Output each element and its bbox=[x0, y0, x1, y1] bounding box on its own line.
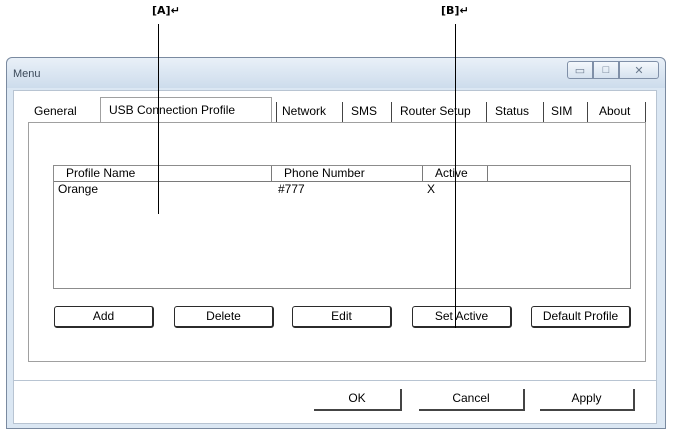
apply-button[interactable]: Apply bbox=[540, 389, 635, 411]
callout-b-label: [B]↵ bbox=[441, 4, 469, 17]
default-profile-button[interactable]: Default Profile bbox=[531, 306, 631, 328]
menu-window: Menu ▭ □ ✕ General USB Connection Profil… bbox=[6, 57, 666, 429]
tab-separator bbox=[276, 102, 277, 122]
close-icon: ✕ bbox=[634, 64, 644, 77]
tab-separator bbox=[543, 102, 544, 122]
add-button[interactable]: Add bbox=[54, 306, 154, 328]
profile-list[interactable]: Profile Name Phone Number Active Orange … bbox=[53, 165, 631, 289]
edit-button[interactable]: Edit bbox=[292, 306, 392, 328]
maximize-icon: □ bbox=[602, 64, 610, 76]
maximize-button[interactable]: □ bbox=[593, 61, 619, 79]
tab-sms[interactable]: SMS bbox=[351, 104, 377, 122]
close-button[interactable]: ✕ bbox=[619, 61, 659, 79]
tab-usb-connection-profile[interactable]: USB Connection Profile bbox=[100, 97, 272, 123]
cell-active: X bbox=[427, 182, 436, 196]
dialog-divider bbox=[14, 380, 656, 381]
tab-separator bbox=[645, 102, 646, 122]
minimize-icon: ▭ bbox=[574, 64, 586, 77]
window-title: Menu bbox=[13, 68, 41, 80]
tab-sim[interactable]: SIM bbox=[551, 104, 572, 122]
tab-about[interactable]: About bbox=[599, 104, 630, 122]
header-divider bbox=[54, 181, 630, 182]
client-area: General USB Connection Profile Network S… bbox=[13, 90, 657, 424]
minimize-button[interactable]: ▭ bbox=[567, 61, 593, 79]
title-bar[interactable]: Menu ▭ □ ✕ bbox=[7, 58, 665, 88]
column-header-phone-number[interactable]: Phone Number bbox=[272, 166, 423, 181]
column-header-profile-name[interactable]: Profile Name bbox=[54, 166, 272, 181]
callout-a-line bbox=[158, 24, 159, 214]
delete-button[interactable]: Delete bbox=[174, 306, 274, 328]
list-header: Profile Name Phone Number Active bbox=[54, 166, 630, 181]
cell-profile-name: Orange bbox=[58, 182, 99, 196]
tab-general[interactable]: General bbox=[34, 104, 77, 122]
callout-a-label: [A]↵ bbox=[152, 4, 180, 17]
caption-buttons: ▭ □ ✕ bbox=[567, 61, 659, 81]
tab-network[interactable]: Network bbox=[282, 104, 326, 122]
usb-profile-panel: Profile Name Phone Number Active Orange … bbox=[28, 122, 646, 362]
tab-separator bbox=[587, 102, 588, 122]
tab-separator bbox=[391, 102, 392, 122]
cell-phone-number: #777 bbox=[278, 182, 305, 196]
set-active-button[interactable]: Set Active bbox=[412, 306, 512, 328]
tab-separator bbox=[486, 102, 487, 122]
cancel-button[interactable]: Cancel bbox=[419, 389, 525, 411]
ok-button[interactable]: OK bbox=[314, 389, 402, 411]
tab-status[interactable]: Status bbox=[495, 104, 529, 122]
tab-router-setup[interactable]: Router Setup bbox=[400, 104, 471, 122]
callout-b-line bbox=[455, 24, 456, 328]
tab-separator bbox=[342, 102, 343, 122]
